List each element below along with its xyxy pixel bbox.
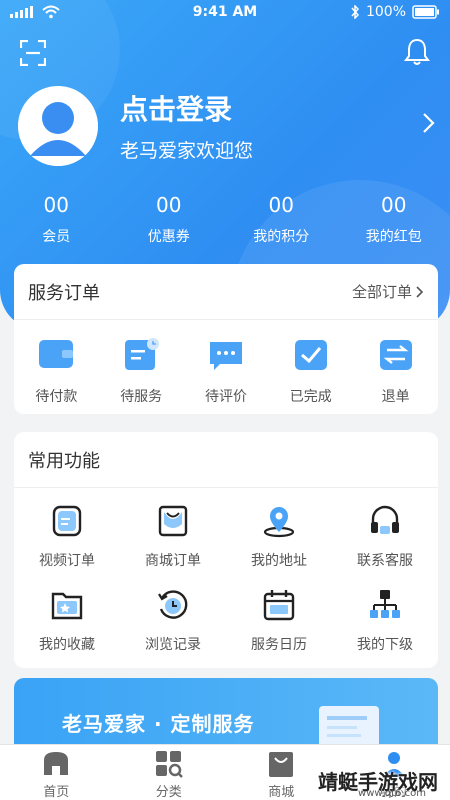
headset-icon [368,504,402,538]
watermark-url: www.qt6.com [358,788,426,799]
all-orders-link[interactable]: 全部订单 [352,281,424,302]
stat-red-packets[interactable]: 00 我的红包 [338,192,450,252]
shopping-bag-icon [156,504,190,538]
tab-label: 首页 [43,785,70,800]
order-label: 退单 [381,389,410,405]
shop-icon [266,749,296,779]
stat-value: 00 [156,193,182,217]
service-orders-card: 服务订单 全部订单 待付款 待服务 待评价 已完成 退单 [14,264,438,414]
status-bar: 9:41 AM 100% [0,0,450,24]
order-pending-service[interactable]: 待服务 [99,338,184,406]
order-pending-review[interactable]: 待评价 [184,338,269,406]
order-label: 待付款 [35,389,78,405]
stat-value: 00 [43,193,69,217]
func-video-orders[interactable]: 视频订单 [14,504,120,570]
stat-points[interactable]: 00 我的积分 [225,192,338,252]
wallet-icon [38,338,74,370]
func-label: 商城订单 [145,553,201,569]
func-my-subordinates[interactable]: 我的下级 [332,588,438,654]
stat-member[interactable]: 00 会员 [0,192,113,252]
order-refund[interactable]: 退单 [353,338,438,406]
location-pin-icon [262,504,296,538]
tab-home[interactable]: 首页 [0,745,113,800]
chevron-right-icon[interactable] [420,112,436,134]
home-icon [41,749,71,779]
order-label: 待评价 [204,389,247,405]
welcome-text: 老马爱家欢迎您 [120,140,254,162]
all-orders-label: 全部订单 [351,283,412,301]
section-title: 常用功能 [28,450,100,472]
org-tree-icon [368,588,402,622]
func-label: 我的地址 [251,553,307,569]
video-order-icon [50,504,84,538]
status-time: 9:41 AM [192,4,258,20]
tab-label: 分类 [155,785,182,800]
stats-row: 00 会员 00 优惠券 00 我的积分 00 我的红包 [0,192,450,252]
func-my-favorites[interactable]: 我的收藏 [14,588,120,654]
tab-category[interactable]: 分类 [113,745,226,800]
avatar[interactable] [18,86,98,166]
login-title[interactable]: 点击登录 [120,88,232,128]
chat-bubble-icon [208,338,244,370]
banner-text: 老马爱家 · 定制服务 [62,712,255,736]
func-label: 我的收藏 [39,637,95,653]
stat-coupons[interactable]: 00 优惠券 [113,192,226,252]
history-clock-icon [156,588,190,622]
clipboard-clock-icon [123,338,160,370]
calendar-icon [262,588,296,622]
category-icon [154,749,184,779]
common-functions-card: 常用功能 视频订单 商城订单 我的地址 联系客服 我的收藏 浏览记录 服务日历 … [14,432,438,668]
func-label: 浏览记录 [145,637,201,653]
order-label: 已完成 [289,389,332,405]
order-pending-payment[interactable]: 待付款 [14,338,99,406]
swap-arrows-icon [378,338,414,370]
checkbox-icon [293,338,329,370]
func-label: 服务日历 [251,637,307,653]
chevron-right-icon [416,285,424,298]
stat-label: 会员 [42,229,71,245]
stat-value: 00 [381,193,407,217]
func-service-calendar[interactable]: 服务日历 [226,588,332,654]
scan-icon[interactable] [19,39,47,67]
func-my-address[interactable]: 我的地址 [226,504,332,570]
func-contact-support[interactable]: 联系客服 [332,504,438,570]
stat-value: 00 [268,193,294,217]
func-label: 联系客服 [357,553,413,569]
order-label: 待服务 [120,389,163,405]
func-label: 视频订单 [39,553,95,569]
stat-label: 我的红包 [365,229,422,245]
func-browse-history[interactable]: 浏览记录 [120,588,226,654]
section-title: 服务订单 [28,282,100,304]
stat-label: 优惠券 [147,229,190,245]
folder-star-icon [50,588,84,622]
order-completed[interactable]: 已完成 [268,338,353,406]
func-label: 我的下级 [357,637,413,653]
func-mall-orders[interactable]: 商城订单 [120,504,226,570]
stat-label: 我的积分 [253,229,310,245]
bell-icon[interactable] [404,38,430,66]
